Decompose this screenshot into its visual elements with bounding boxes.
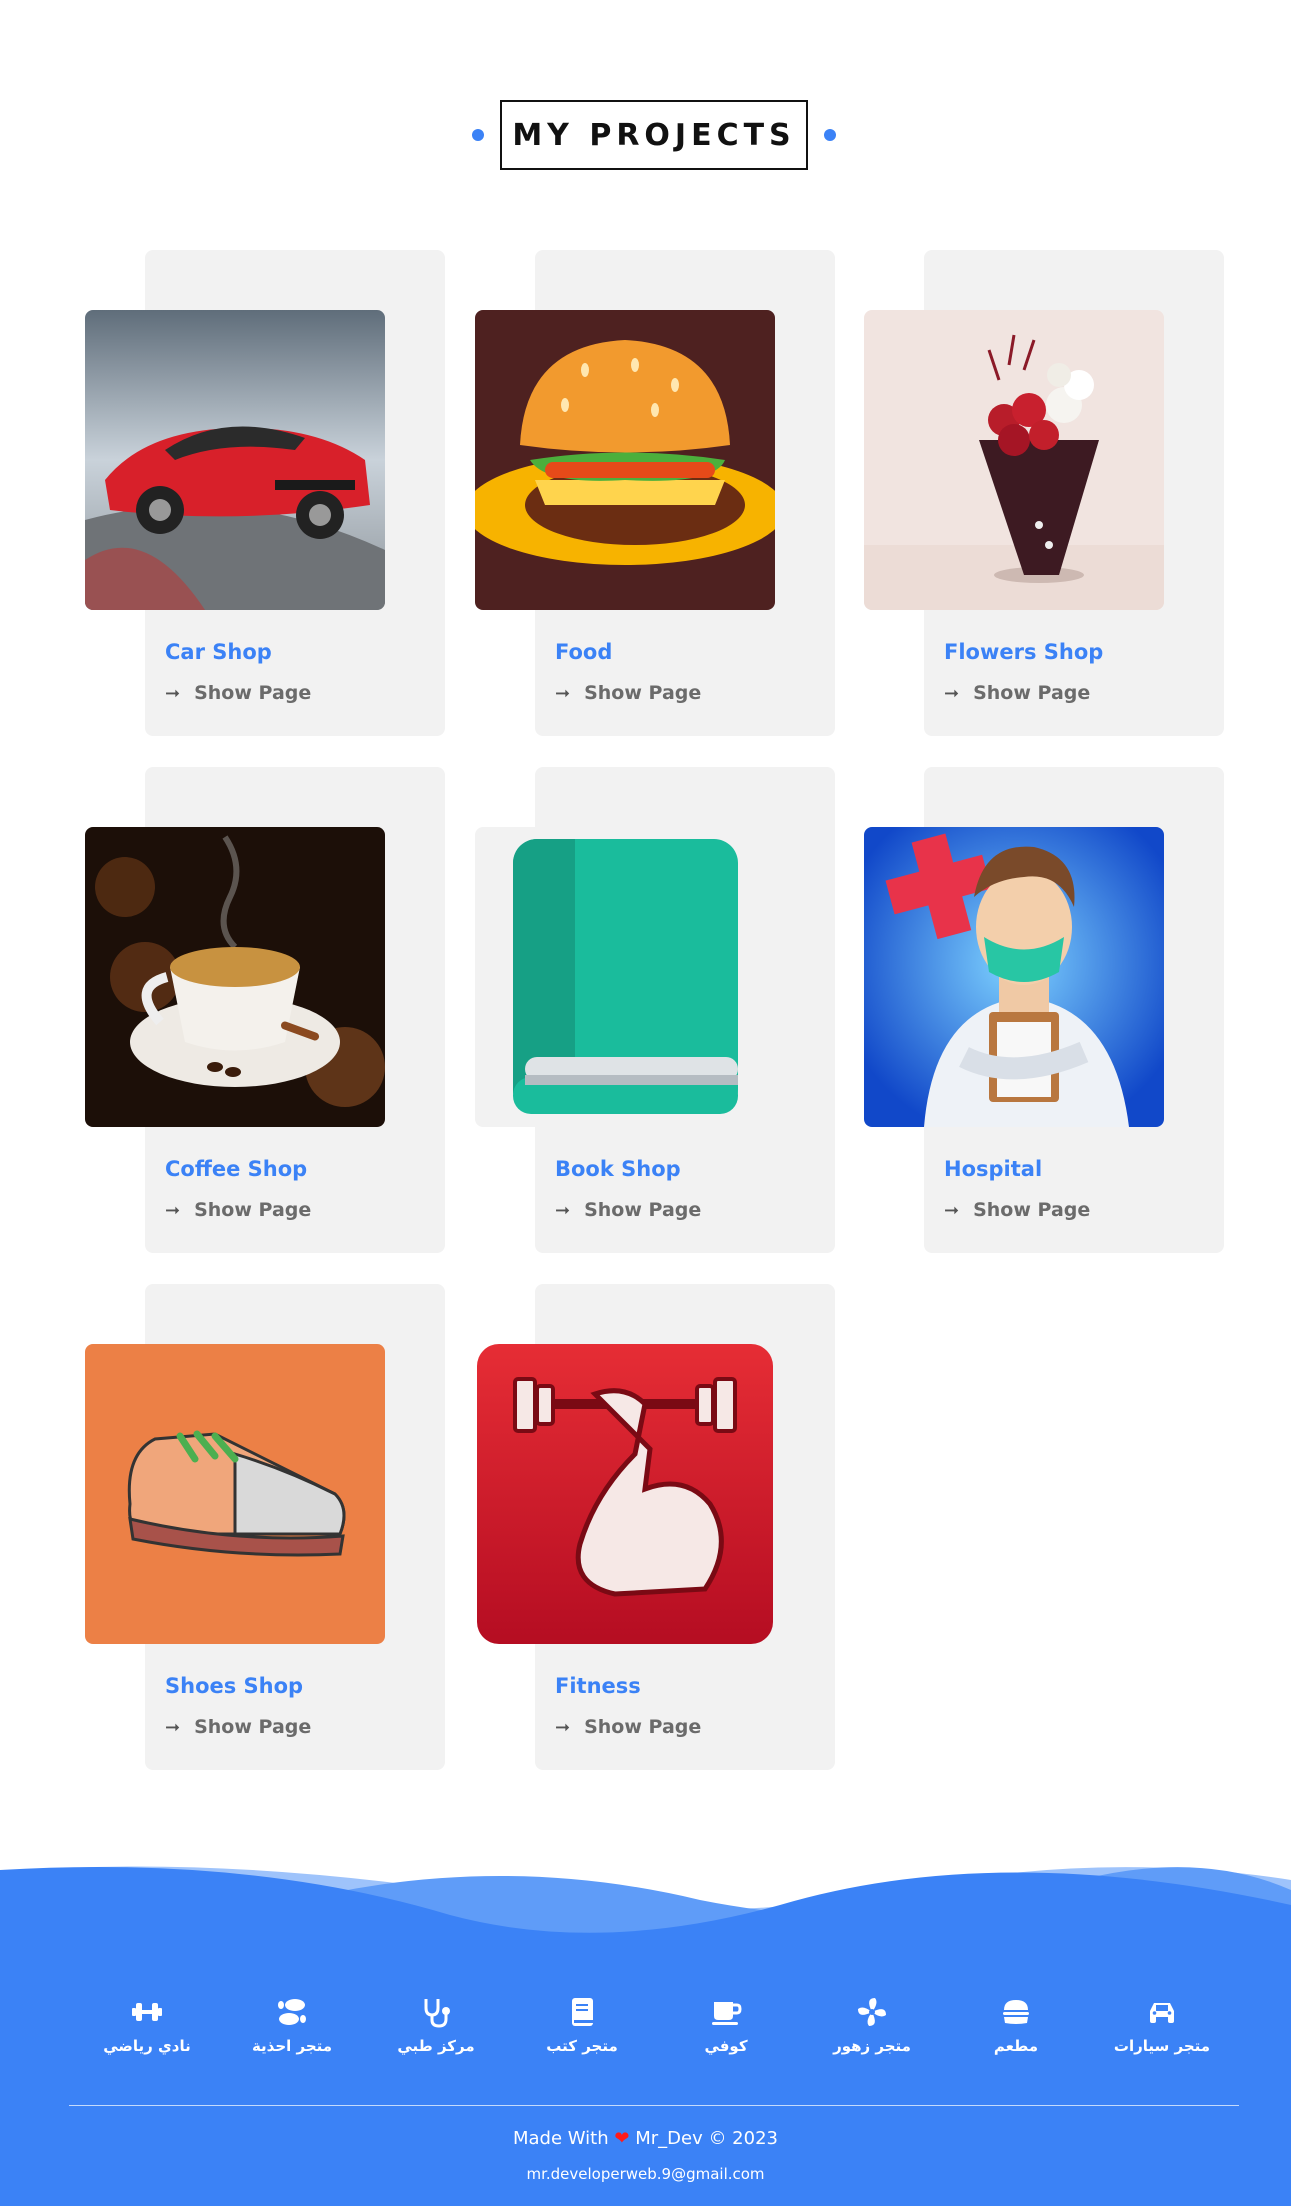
project-card-car-shop: Car Shop ➞ Show Page xyxy=(85,250,445,736)
project-card-coffee-shop: Coffee Shop ➞ Show Page xyxy=(85,767,445,1253)
coffee-image xyxy=(85,827,385,1127)
sneaker-image xyxy=(85,1344,385,1644)
car-icon xyxy=(1092,1995,1232,2033)
show-page-link[interactable]: ➞ Show Page xyxy=(555,1199,701,1221)
page-title: MY PROJECTS xyxy=(500,100,808,170)
shoe-prints-icon xyxy=(222,1995,362,2033)
heart-icon: ❤ xyxy=(614,2128,630,2149)
car-image xyxy=(85,310,385,610)
project-title: Food xyxy=(555,640,613,664)
project-title: Book Shop xyxy=(555,1157,681,1181)
show-page-label: Show Page xyxy=(194,682,312,704)
show-page-link[interactable]: ➞ Show Page xyxy=(165,682,311,704)
arrow-right-icon: ➞ xyxy=(165,1716,181,1738)
contact-email[interactable]: mr.developerweb.9@gmail.com xyxy=(0,2165,1291,2183)
project-title: Hospital xyxy=(944,1157,1043,1181)
show-page-label: Show Page xyxy=(584,1716,702,1738)
arrow-right-icon: ➞ xyxy=(165,682,181,704)
project-card-fitness: Fitness ➞ Show Page xyxy=(477,1284,835,1770)
arrow-right-icon: ➞ xyxy=(555,1716,571,1738)
burger-icon xyxy=(946,1995,1086,2033)
footer-divider xyxy=(69,2105,1239,2106)
footer-link-book-shop[interactable]: متجر كتب xyxy=(512,1995,652,2055)
made-with-prefix: Made With xyxy=(513,2128,609,2149)
show-page-label: Show Page xyxy=(584,682,702,704)
show-page-label: Show Page xyxy=(584,1199,702,1221)
footer-link-label: نادي رياضي xyxy=(103,2037,191,2055)
show-page-label: Show Page xyxy=(973,1199,1091,1221)
section-header: MY PROJECTS xyxy=(0,100,1291,170)
footer-link-flower-shop[interactable]: متجر زهور xyxy=(802,1995,942,2055)
footer: متجر سيارات مطعم متجر زهور كوفي متجر كتب xyxy=(0,1860,1291,2206)
footer-link-car-shop[interactable]: متجر سيارات xyxy=(1092,1995,1232,2055)
show-page-link[interactable]: ➞ Show Page xyxy=(165,1716,311,1738)
footer-link-medical-center[interactable]: مركز طبي xyxy=(366,1995,506,2055)
show-page-label: Show Page xyxy=(194,1199,312,1221)
arrow-right-icon: ➞ xyxy=(555,682,571,704)
footer-link-label: متجر سيارات xyxy=(1113,2037,1211,2055)
footer-link-label: مطعم xyxy=(993,2037,1039,2055)
show-page-link[interactable]: ➞ Show Page xyxy=(555,1716,701,1738)
bouquet-image xyxy=(864,310,1164,610)
project-title: Coffee Shop xyxy=(165,1157,308,1181)
title-dot-right xyxy=(824,129,836,141)
copyright: Made With ❤ Mr_Dev © 2023 xyxy=(0,2128,1291,2149)
dumbbell-icon xyxy=(77,1995,217,2033)
doctor-image xyxy=(864,827,1164,1127)
book-icon xyxy=(512,1995,652,2033)
footer-link-label: متجر احذية xyxy=(251,2037,333,2055)
title-dot-left xyxy=(472,129,484,141)
project-card-food: Food ➞ Show Page xyxy=(475,250,835,736)
show-page-link[interactable]: ➞ Show Page xyxy=(944,682,1090,704)
book-image xyxy=(475,827,775,1127)
footer-link-label: مركز طبي xyxy=(397,2037,475,2055)
arrow-right-icon: ➞ xyxy=(555,1199,571,1221)
show-page-label: Show Page xyxy=(194,1716,312,1738)
project-card-flowers-shop: Flowers Shop ➞ Show Page xyxy=(864,250,1224,736)
show-page-link[interactable]: ➞ Show Page xyxy=(555,682,701,704)
footer-link-label: كوفي xyxy=(704,2037,748,2055)
show-page-link[interactable]: ➞ Show Page xyxy=(944,1199,1090,1221)
fitness-image xyxy=(475,1344,775,1644)
project-card-book-shop: Book Shop ➞ Show Page xyxy=(475,767,835,1253)
footer-link-label: متجر كتب xyxy=(546,2037,618,2055)
arrow-right-icon: ➞ xyxy=(165,1199,181,1221)
footer-link-restaurant[interactable]: مطعم xyxy=(946,1995,1086,2055)
arrow-right-icon: ➞ xyxy=(944,682,960,704)
arrow-right-icon: ➞ xyxy=(944,1199,960,1221)
footer-link-coffee[interactable]: كوفي xyxy=(656,1995,796,2055)
footer-link-shoe-store[interactable]: متجر احذية xyxy=(222,1995,362,2055)
footer-nav: متجر سيارات مطعم متجر زهور كوفي متجر كتب xyxy=(0,1995,1291,2075)
project-title: Car Shop xyxy=(165,640,272,664)
mug-icon xyxy=(656,1995,796,2033)
project-card-shoes-shop: Shoes Shop ➞ Show Page xyxy=(85,1284,445,1770)
project-title: Shoes Shop xyxy=(165,1674,304,1698)
project-title: Flowers Shop xyxy=(944,640,1104,664)
flower-icon xyxy=(802,1995,942,2033)
project-card-hospital: Hospital ➞ Show Page xyxy=(864,767,1224,1253)
show-page-link[interactable]: ➞ Show Page xyxy=(165,1199,311,1221)
stethoscope-icon xyxy=(366,1995,506,2033)
project-title: Fitness xyxy=(555,1674,641,1698)
show-page-label: Show Page xyxy=(973,682,1091,704)
footer-link-gym[interactable]: نادي رياضي xyxy=(77,1995,217,2055)
burger-image xyxy=(475,310,775,610)
made-with-suffix: Mr_Dev © 2023 xyxy=(635,2128,778,2149)
footer-link-label: متجر زهور xyxy=(833,2037,911,2055)
